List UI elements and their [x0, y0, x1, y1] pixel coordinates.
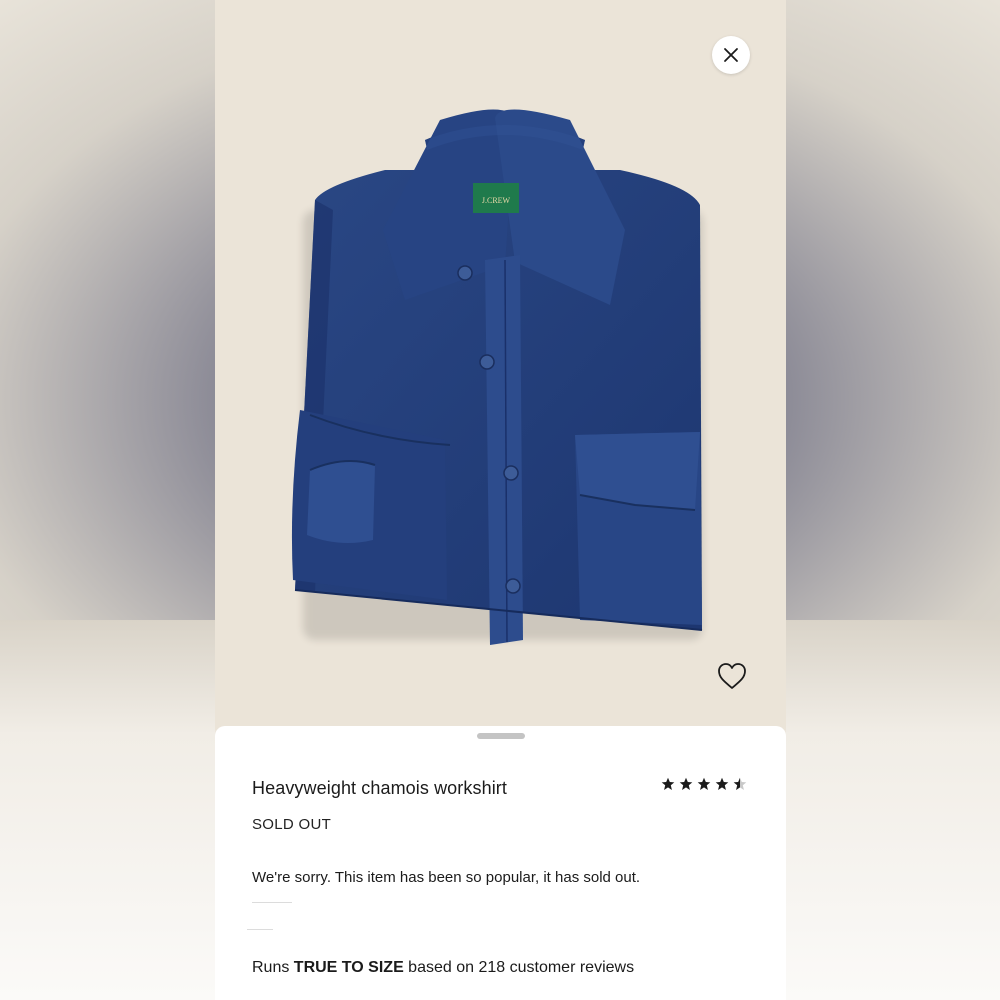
brand-label: J.CREW [482, 196, 511, 205]
fit-prefix: Runs [252, 959, 294, 976]
close-icon [724, 48, 738, 62]
divider [247, 929, 273, 930]
product-details-sheet: Heavyweight chamois workshirt SOLD OUT W… [215, 726, 786, 1000]
star-half-icon [733, 777, 747, 790]
product-image: J.CREW [215, 0, 786, 730]
fit-emphasis: TRUE TO SIZE [293, 959, 404, 976]
heart-icon [718, 663, 746, 689]
star-icon [697, 777, 711, 790]
star-icon [661, 777, 675, 790]
wishlist-button[interactable] [715, 660, 749, 692]
fit-suffix: based on 218 customer reviews [403, 959, 635, 976]
product-title: Heavyweight chamois workshirt [252, 778, 507, 798]
star-rating[interactable] [661, 777, 747, 791]
divider [252, 902, 292, 903]
stock-status: SOLD OUT [252, 816, 332, 833]
product-quickview: J.CREW Heavyweight chamois workshirt SOL… [215, 0, 786, 1000]
fit-summary: Runs TRUE TO SIZE based on 218 customer … [252, 959, 634, 977]
drag-handle[interactable] [477, 733, 525, 739]
close-button[interactable] [712, 36, 750, 74]
star-icon [679, 777, 693, 790]
sold-out-message: We're sorry. This item has been so popul… [252, 869, 641, 886]
star-icon [715, 777, 729, 790]
shirt-illustration: J.CREW [291, 109, 703, 645]
